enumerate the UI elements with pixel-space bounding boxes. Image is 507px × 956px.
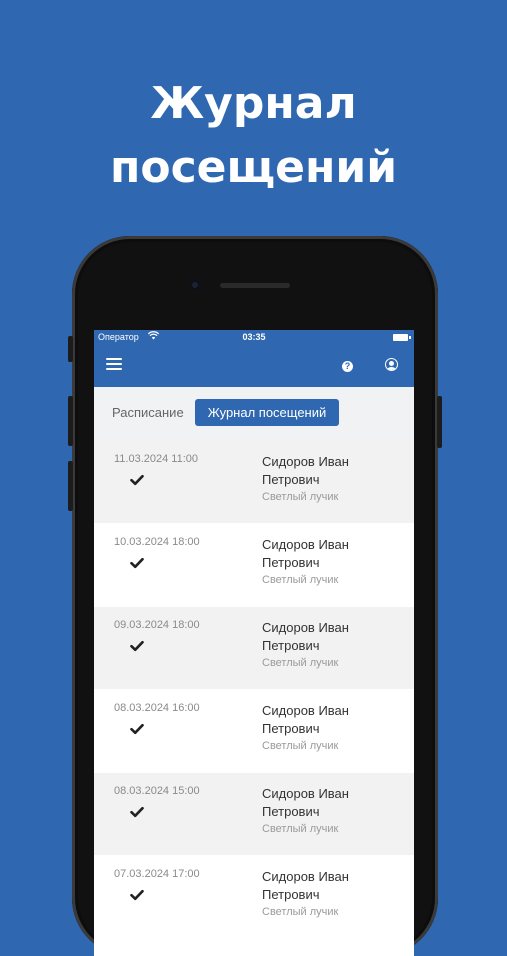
group-name: Светлый лучик — [262, 823, 339, 835]
visit-date: 09.03.2024 18:00 — [114, 619, 200, 631]
visit-row[interactable]: 08.03.2024 16:00 Сидоров Иван Петрович Све… — [94, 690, 414, 773]
front-camera — [190, 280, 200, 290]
visit-row[interactable]: 11.03.2024 11:00 Сидоров Иван Петрович Све… — [94, 441, 414, 524]
earpiece-speaker — [220, 283, 290, 288]
headline-line-1: Журнал — [150, 78, 357, 129]
visit-row[interactable]: 08.03.2024 15:00 Сидоров Иван Петрович Све… — [94, 773, 414, 856]
headline-line-2: посещений — [109, 142, 398, 193]
status-time: 03:35 — [242, 332, 266, 342]
student-name: Сидоров Иван Петрович — [262, 869, 349, 902]
app-screen: Оператор 03:35 ? Расписание Журнал посещ… — [94, 330, 414, 956]
visit-row[interactable]: 10.03.2024 18:00 Сидоров Иван Петрович Све… — [94, 524, 414, 607]
student-name: Сидоров Иван Петрович — [262, 537, 349, 570]
status-bar: Оператор 03:35 — [94, 330, 414, 346]
group-name: Светлый лучик — [262, 906, 339, 918]
check-icon — [130, 556, 144, 570]
student-name: Сидоров Иван Петрович — [262, 786, 349, 819]
tab-bar: Расписание Журнал посещений — [94, 387, 414, 441]
visit-date: 10.03.2024 18:00 — [114, 536, 200, 548]
promo-headline: Журнал посещений — [0, 72, 507, 200]
hamburger-icon[interactable] — [106, 358, 122, 370]
check-icon — [130, 722, 144, 736]
group-name: Светлый лучик — [262, 491, 339, 503]
user-icon[interactable] — [385, 358, 398, 371]
visit-row[interactable]: 07.03.2024 17:00 Сидоров Иван Петрович Све… — [94, 856, 414, 939]
visit-date: 07.03.2024 17:00 — [114, 868, 200, 880]
battery-icon — [393, 334, 411, 341]
app-navbar: ? — [94, 346, 414, 387]
tab-schedule[interactable]: Расписание — [112, 405, 184, 420]
student-name: Сидоров Иван Петрович — [262, 454, 349, 487]
check-icon — [130, 639, 144, 653]
visit-date: 08.03.2024 16:00 — [114, 702, 200, 714]
group-name: Светлый лучик — [262, 657, 339, 669]
power-button — [437, 396, 442, 448]
visit-list: 11.03.2024 11:00 Сидоров Иван Петрович Све… — [94, 441, 414, 939]
visit-row[interactable]: 09.03.2024 18:00 Сидоров Иван Петрович Све… — [94, 607, 414, 690]
student-name: Сидоров Иван Петрович — [262, 703, 349, 736]
help-icon[interactable]: ? — [342, 361, 353, 372]
group-name: Светлый лучик — [262, 574, 339, 586]
check-icon — [130, 473, 144, 487]
check-icon — [130, 805, 144, 819]
volume-up-button — [68, 396, 73, 446]
mute-switch — [68, 336, 73, 362]
phone-frame: Оператор 03:35 ? Расписание Журнал посещ… — [68, 236, 442, 956]
volume-down-button — [68, 461, 73, 511]
visit-date: 11.03.2024 11:00 — [114, 453, 199, 465]
group-name: Светлый лучик — [262, 740, 339, 752]
tab-journal[interactable]: Журнал посещений — [195, 399, 339, 426]
visit-date: 08.03.2024 15:00 — [114, 785, 200, 797]
student-name: Сидоров Иван Петрович — [262, 620, 349, 653]
